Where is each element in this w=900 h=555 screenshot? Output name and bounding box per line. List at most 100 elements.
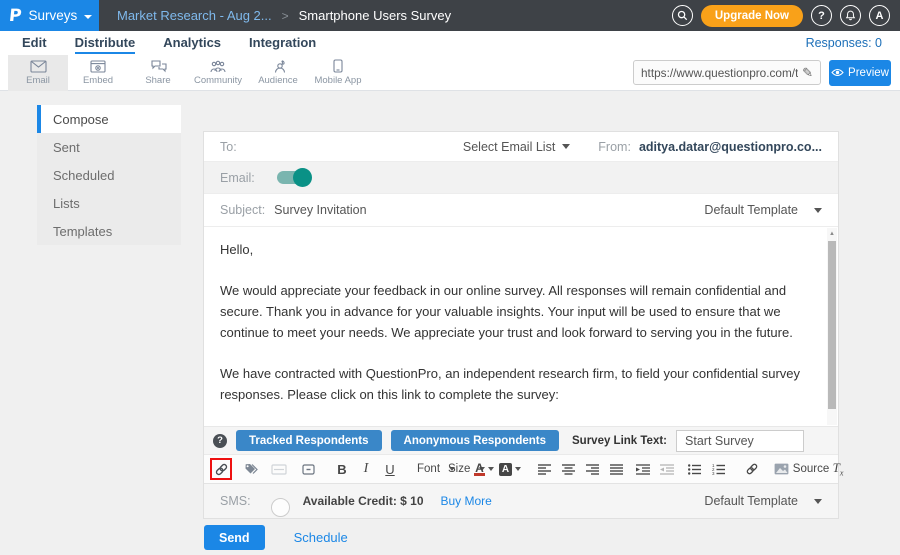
justify-button[interactable]: [605, 458, 627, 480]
scroll-up-icon[interactable]: ▲: [827, 228, 837, 240]
breadcrumb-separator-icon: >: [282, 9, 289, 23]
upgrade-now-button[interactable]: Upgrade Now: [701, 5, 803, 27]
source-button[interactable]: a Source: [798, 458, 820, 480]
survey-url-field[interactable]: https://www.questionpro.com/t/APNrFZ ✎: [633, 60, 821, 85]
respondents-help-icon[interactable]: ?: [213, 434, 227, 448]
bell-icon: [845, 10, 856, 21]
svg-text:3: 3: [712, 471, 715, 475]
distribute-channel-bar: Email Embed Share Community Audience Mob…: [0, 55, 900, 91]
sidebar-item-scheduled[interactable]: Scheduled: [37, 161, 181, 189]
breadcrumb-survey-title: Smartphone Users Survey: [299, 8, 451, 23]
respondents-row: ? Tracked Respondents Anonymous Responde…: [204, 426, 838, 454]
outdent-button[interactable]: [656, 458, 678, 480]
help-button[interactable]: ?: [811, 5, 832, 26]
channel-label: Email: [26, 75, 50, 86]
insert-image-button[interactable]: [770, 458, 792, 480]
body-paragraph: <SURVEY_LINK>: [220, 425, 812, 426]
text-color-icon: A: [474, 463, 485, 476]
underline-button[interactable]: U: [379, 458, 401, 480]
size-dropdown[interactable]: Size: [444, 458, 466, 480]
from-email-value[interactable]: aditya.datar@questionpro.co...: [639, 140, 822, 154]
align-left-icon: [538, 464, 551, 475]
to-label: To:: [220, 140, 237, 154]
channel-label: Mobile App: [314, 75, 361, 86]
search-button[interactable]: [672, 5, 693, 26]
body-paragraph: Hello,: [220, 239, 812, 260]
anonymous-respondents-button[interactable]: Anonymous Respondents: [391, 430, 559, 451]
surveys-menu[interactable]: P Surveys: [0, 0, 99, 31]
tab-integration[interactable]: Integration: [249, 32, 316, 54]
send-row: Send Schedule: [204, 525, 348, 550]
tab-distribute[interactable]: Distribute: [75, 32, 136, 54]
channel-embed[interactable]: Embed: [68, 55, 128, 91]
button-icon: [302, 464, 315, 475]
share-icon: [150, 60, 167, 73]
subject-input[interactable]: Survey Invitation: [274, 203, 366, 217]
sidebar-item-lists[interactable]: Lists: [37, 189, 181, 217]
channel-mobile-app[interactable]: Mobile App: [308, 55, 368, 91]
align-center-button[interactable]: [557, 458, 579, 480]
sidebar-item-templates[interactable]: Templates: [37, 217, 181, 245]
email-toggle[interactable]: [277, 171, 310, 184]
font-dropdown[interactable]: Font: [413, 458, 435, 480]
channel-email[interactable]: Email: [8, 55, 68, 91]
schedule-link[interactable]: Schedule: [294, 530, 348, 545]
tab-analytics[interactable]: Analytics: [163, 32, 221, 54]
outdent-icon: [660, 464, 674, 475]
email-body-text[interactable]: Hello, We would appreciate your feedback…: [204, 227, 838, 426]
subject-template-dropdown[interactable]: Default Template: [704, 203, 822, 217]
tab-edit[interactable]: Edit: [22, 32, 47, 54]
survey-link-text-input[interactable]: [676, 430, 804, 452]
bg-color-button[interactable]: A: [499, 458, 521, 480]
notifications-button[interactable]: [840, 5, 861, 26]
edit-url-icon[interactable]: ✎: [802, 65, 813, 81]
body-paragraph: We have contracted with QuestionPro, an …: [220, 363, 812, 405]
sms-template-dropdown[interactable]: Default Template: [704, 494, 822, 508]
survey-nav: Edit Distribute Analytics Integration Re…: [0, 31, 900, 55]
topbar-actions: Upgrade Now ? A: [672, 5, 900, 27]
email-body-editor[interactable]: Hello, We would appreciate your feedback…: [204, 227, 838, 426]
email-sidebar: Compose Sent Scheduled Lists Templates: [37, 105, 181, 245]
link-icon: [745, 462, 759, 476]
numbered-list-button[interactable]: 123: [707, 458, 729, 480]
send-button[interactable]: Send: [204, 525, 265, 550]
indent-button[interactable]: [632, 458, 654, 480]
editor-scrollbar[interactable]: ▲: [827, 228, 837, 425]
text-color-button[interactable]: A: [473, 458, 495, 480]
bulleted-list-button[interactable]: [683, 458, 705, 480]
insert-link-button[interactable]: [741, 458, 763, 480]
insert-banner-button[interactable]: [268, 458, 290, 480]
from-label: From:: [598, 140, 631, 154]
questionpro-logo-icon: P: [8, 6, 23, 26]
align-right-button[interactable]: [581, 458, 603, 480]
responses-count[interactable]: Responses: 0: [806, 36, 882, 50]
channel-audience[interactable]: Audience: [248, 55, 308, 91]
workspace-label: Surveys: [28, 8, 77, 23]
subject-label: Subject:: [220, 203, 265, 217]
italic-button[interactable]: I: [355, 458, 377, 480]
toggle-knob: [293, 168, 312, 187]
avatar[interactable]: A: [869, 5, 890, 26]
sidebar-item-compose[interactable]: Compose: [37, 105, 181, 133]
chevron-down-icon: [562, 144, 570, 149]
link-icon: [214, 462, 229, 477]
select-email-list-dropdown[interactable]: Select Email List: [463, 140, 570, 154]
insert-tag-button[interactable]: [239, 458, 261, 480]
channel-share[interactable]: Share: [128, 55, 188, 91]
breadcrumb-folder[interactable]: Market Research - Aug 2...: [117, 8, 272, 23]
insert-button-widget[interactable]: [297, 458, 319, 480]
buy-more-link[interactable]: Buy More: [441, 494, 492, 508]
channel-community[interactable]: Community: [188, 55, 248, 91]
bold-button[interactable]: B: [331, 458, 353, 480]
email-toggle-label: Email:: [220, 171, 255, 185]
preview-button[interactable]: Preview: [829, 60, 891, 86]
remove-format-button[interactable]: Tx: [827, 458, 849, 480]
scrollbar-thumb[interactable]: [828, 241, 836, 409]
tracked-respondents-button[interactable]: Tracked Respondents: [236, 430, 382, 451]
align-left-button[interactable]: [533, 458, 555, 480]
chevron-down-icon: [814, 499, 822, 504]
sidebar-item-sent[interactable]: Sent: [37, 133, 181, 161]
survey-url-text[interactable]: https://www.questionpro.com/t/APNrFZ: [641, 66, 798, 80]
channel-label: Audience: [258, 75, 298, 86]
insert-survey-link-button[interactable]: [210, 458, 232, 480]
